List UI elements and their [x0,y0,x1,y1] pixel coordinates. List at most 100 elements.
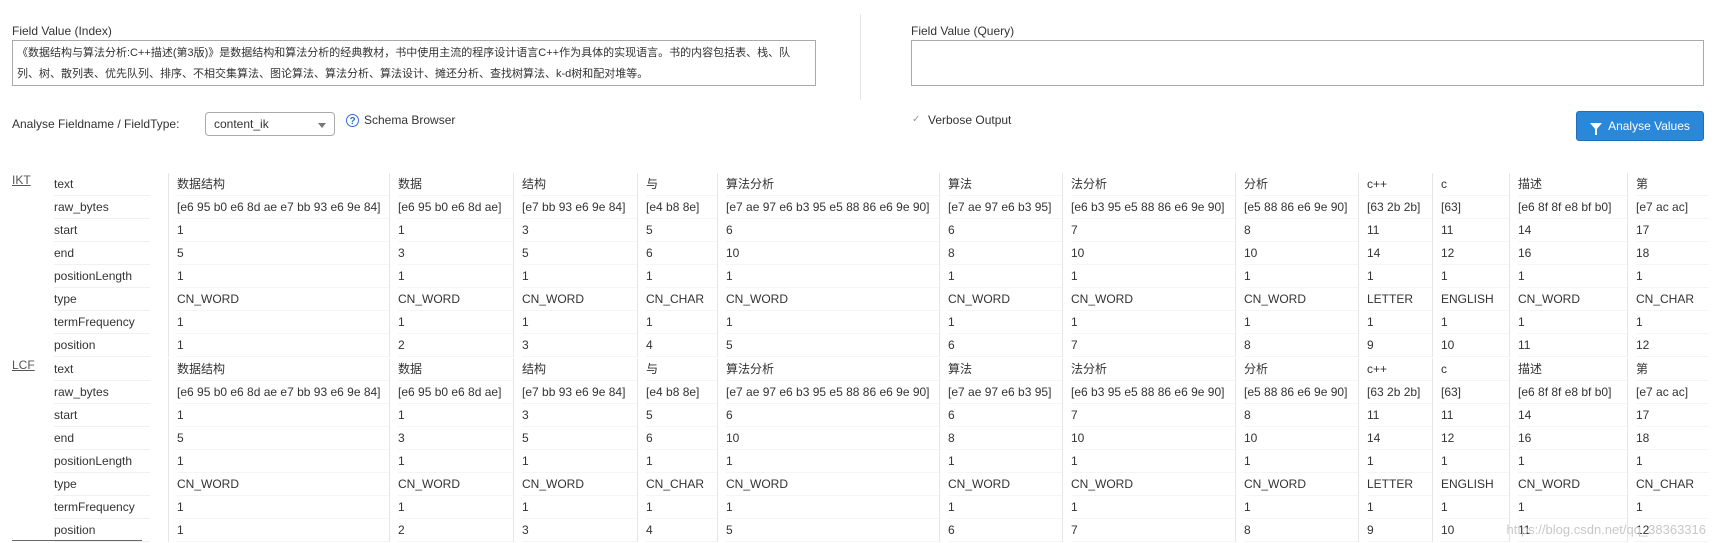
token-start-cell: 1 [398,404,513,427]
token-termfrequency-cell: 1 [726,311,939,334]
token-raw_bytes-cell: [63] [1441,381,1509,404]
token-column: 算法 [e7 ae 97 e6 b3 95] 6 8 1 CN_WORD 1 6 [939,358,1062,542]
schema-browser-label: Schema Browser [364,113,456,127]
index-value-textarea[interactable] [12,40,816,86]
token-end-cell: 5 [177,242,389,265]
token-text-cell: c [1441,173,1509,196]
token-position-cell: 8 [1244,519,1358,542]
token-start-cell: 11 [1441,404,1509,427]
analyzer-name[interactable]: LCF [12,358,35,372]
query-field-label: Field Value (Query) [911,24,1015,38]
token-column: 结构 [e7 bb 93 e6 9e 84] 3 5 1 CN_WORD 1 3 [513,173,637,357]
token-start-cell: 17 [1636,219,1709,242]
token-raw_bytes-cell: [e4 b8 8e] [646,381,717,404]
fieldtype-select[interactable]: content_ik [205,112,335,136]
token-positionlength-cell: 1 [1441,450,1509,473]
token-start-cell: 14 [1518,219,1627,242]
token-text-cell: 结构 [522,173,637,196]
help-icon: ? [346,113,359,127]
row-label-end: end [54,242,150,265]
token-type-cell: CN_WORD [948,473,1062,496]
token-position-cell: 2 [398,334,513,357]
token-raw_bytes-cell: [e7 ae 97 e6 b3 95] [948,381,1062,404]
token-end-cell: 10 [1244,242,1358,265]
token-raw_bytes-cell: [63 2b 2b] [1367,196,1432,219]
token-termfrequency-cell: 1 [948,496,1062,519]
token-positionlength-cell: 1 [948,450,1062,473]
token-start-cell: 3 [522,219,637,242]
token-column: c++ [63 2b 2b] 11 14 1 LETTER 1 9 [1358,358,1432,542]
token-position-cell: 3 [522,334,637,357]
token-raw_bytes-cell: [e6 95 b0 e6 8d ae e7 bb 93 e6 9e 84] [177,381,389,404]
token-raw_bytes-cell: [e7 ac ac] [1636,381,1709,404]
token-text-cell: 算法 [948,173,1062,196]
token-type-cell: CN_WORD [1518,473,1627,496]
analyzer-name[interactable]: IKT [12,173,31,187]
token-end-cell: 3 [398,242,513,265]
token-positionlength-cell: 1 [1518,450,1627,473]
token-termfrequency-cell: 1 [1367,311,1432,334]
row-label-termFrequency: termFrequency [54,311,150,334]
token-start-cell: 7 [1071,219,1235,242]
token-termfrequency-cell: 1 [948,311,1062,334]
token-termfrequency-cell: 1 [1636,311,1709,334]
token-termfrequency-cell: 1 [1244,311,1358,334]
checkmark-icon: ✓ [912,114,921,125]
token-text-cell: 与 [646,173,717,196]
index-field-label: Field Value (Index) [12,24,112,38]
token-column: 法分析 [e6 b3 95 e5 88 86 e6 9e 90] 7 10 1 CN_WO… [1062,173,1235,357]
token-text-cell: 第 [1636,358,1709,381]
token-start-cell: 1 [177,404,389,427]
token-end-cell: 5 [177,427,389,450]
token-positionlength-cell: 1 [1441,265,1509,288]
token-start-cell: 17 [1636,404,1709,427]
token-positionlength-cell: 1 [1367,450,1432,473]
token-raw_bytes-cell: [e7 ae 97 e6 b3 95 e5 88 86 e6 9e 90] [726,381,939,404]
token-positionlength-cell: 1 [177,450,389,473]
token-start-cell: 8 [1244,219,1358,242]
token-termfrequency-cell: 1 [646,496,717,519]
token-text-cell: c [1441,358,1509,381]
token-text-cell: 分析 [1244,358,1358,381]
token-type-cell: LETTER [1367,288,1432,311]
token-column: 数据结构 [e6 95 b0 e6 8d ae e7 bb 93 e6 9e 84… [168,173,389,357]
token-type-cell: CN_CHAR [1636,473,1709,496]
token-termfrequency-cell: 1 [726,496,939,519]
row-labels: text raw_bytes start end positionLength type t… [54,173,150,357]
token-text-cell: 数据结构 [177,358,389,381]
token-column: c [63] 11 12 1 ENGLISH 1 10 [1432,173,1509,357]
token-position-cell: 7 [1071,519,1235,542]
token-raw_bytes-cell: [e5 88 86 e6 9e 90] [1244,381,1358,404]
token-termfrequency-cell: 1 [1441,496,1509,519]
token-end-cell: 10 [1071,242,1235,265]
token-raw_bytes-cell: [e6 8f 8f e8 bf b0] [1518,196,1627,219]
schema-browser-link[interactable]: ? Schema Browser [346,113,455,127]
token-type-cell: ENGLISH [1441,288,1509,311]
token-positionlength-cell: 1 [1071,265,1235,288]
token-termfrequency-cell: 1 [522,496,637,519]
row-label-raw_bytes: raw_bytes [54,196,150,219]
token-type-cell: CN_WORD [1518,288,1627,311]
token-position-cell: 9 [1367,519,1432,542]
token-positionlength-cell: 1 [1518,265,1627,288]
token-position-cell: 8 [1244,334,1358,357]
query-value-textarea[interactable] [911,40,1704,86]
token-positionlength-cell: 1 [398,265,513,288]
token-position-cell: 9 [1367,334,1432,357]
token-termfrequency-cell: 1 [398,311,513,334]
token-column: 结构 [e7 bb 93 e6 9e 84] 3 5 1 CN_WORD 1 3 [513,358,637,542]
token-position-cell: 4 [646,334,717,357]
token-type-cell: CN_WORD [1071,473,1235,496]
token-position-cell: 4 [646,519,717,542]
token-text-cell: c++ [1367,173,1432,196]
token-type-cell: CN_WORD [1244,288,1358,311]
token-start-cell: 6 [726,219,939,242]
token-type-cell: CN_WORD [948,288,1062,311]
verbose-output-toggle[interactable]: ✓ Verbose Output [912,113,1011,127]
token-raw_bytes-cell: [e4 b8 8e] [646,196,717,219]
token-positionlength-cell: 1 [1636,265,1709,288]
row-labels: text raw_bytes start end positionLength type t… [54,358,150,542]
token-start-cell: 5 [646,219,717,242]
token-end-cell: 8 [948,242,1062,265]
analyse-values-button[interactable]: Analyse Values [1576,111,1704,141]
